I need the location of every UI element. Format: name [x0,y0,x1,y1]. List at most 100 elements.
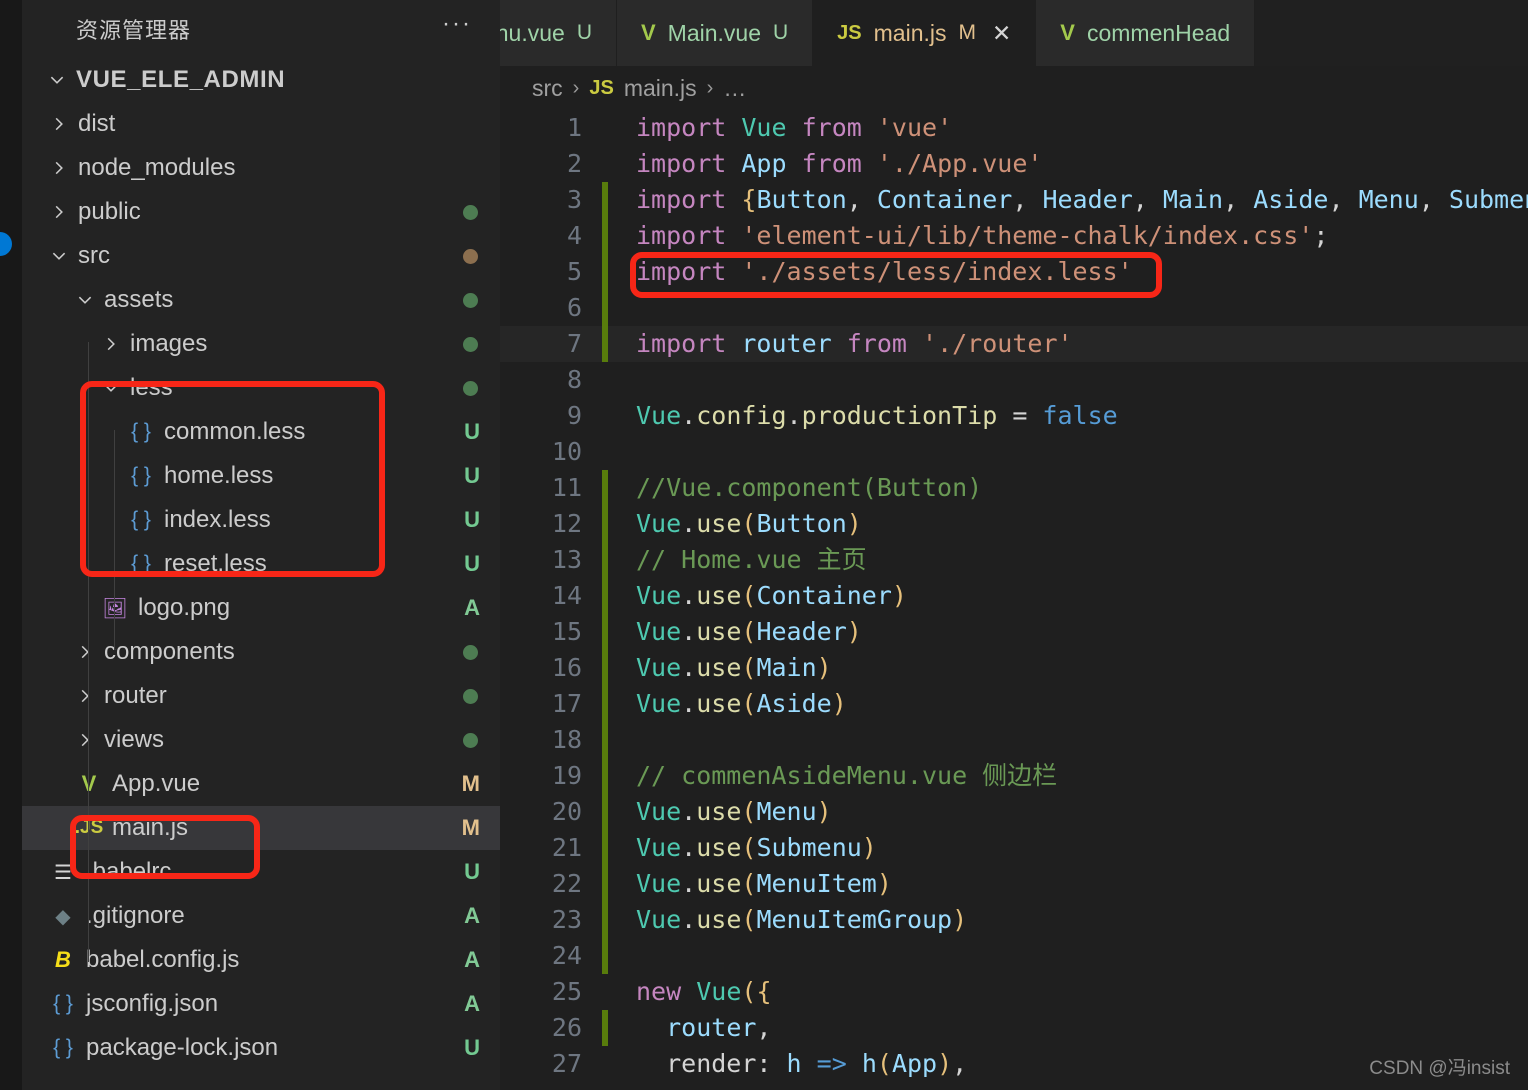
code-line[interactable]: 16Vue.use(Main) [500,650,1528,686]
explorer-header: 资源管理器 ··· [22,0,500,58]
chevron-right-icon[interactable] [72,718,98,762]
close-icon[interactable]: ✕ [992,22,1011,45]
tree-file-row[interactable]: ☰.babelrcU [22,850,500,894]
chevron-right-icon[interactable] [72,674,98,718]
git-status-badge: U [464,859,480,885]
tree-item-label: public [72,198,141,226]
code-line[interactable]: 4import 'element-ui/lib/theme-chalk/inde… [500,218,1528,254]
tree-folder-row[interactable]: src [22,234,500,278]
line-number: 2 [500,146,596,182]
chevron-down-icon[interactable] [72,278,98,322]
file-type-icon: 🖼 [98,596,132,621]
code-line[interactable]: 26 router, [500,1010,1528,1046]
tree-folder-row[interactable]: public [22,190,500,234]
code-line[interactable]: 20Vue.use(Menu) [500,794,1528,830]
code-line[interactable]: 2import App from './App.vue' [500,146,1528,182]
tree-file-row[interactable]: { }package-lock.jsonU [22,1026,500,1070]
tab-label: commenHead [1087,20,1230,47]
chevron-down-icon[interactable] [98,366,124,410]
tree-item-label: assets [98,286,173,314]
code-line[interactable]: 7import router from './router' [500,326,1528,362]
tree-folder-row[interactable]: dist [22,102,500,146]
tree-folder-row[interactable]: assets [22,278,500,322]
explorer-more-actions-icon[interactable]: ··· [442,19,472,39]
tree-file-row[interactable]: .JSmain.jsM [22,806,500,850]
tree-folder-row[interactable]: components [22,630,500,674]
code-line[interactable]: 23Vue.use(MenuItemGroup) [500,902,1528,938]
chevron-right-icon[interactable] [46,102,72,146]
tree-file-row[interactable]: ◆.gitignoreA [22,894,500,938]
chevron-right-icon[interactable] [46,146,72,190]
tree-folder-row[interactable]: views [22,718,500,762]
code-text: router, [608,1010,771,1046]
tree-file-row[interactable]: 🖼logo.pngA [22,586,500,630]
code-line[interactable]: 6 [500,290,1528,326]
breadcrumb-folder[interactable]: src [532,75,563,102]
chevron-right-icon[interactable] [46,190,72,234]
modified-gutter-marker [602,938,608,974]
code-line[interactable]: 24 [500,938,1528,974]
tree-file-row[interactable]: VApp.vueM [22,762,500,806]
folder-status-dot-icon [463,293,478,308]
tree-item-label: .babelrc [80,858,171,886]
code-line[interactable]: 17Vue.use(Aside) [500,686,1528,722]
file-type-icon: ◆ [46,904,80,929]
tab-label: main.js [874,20,947,47]
code-line[interactable]: 15Vue.use(Header) [500,614,1528,650]
tree-file-row[interactable]: { }common.lessU [22,410,500,454]
chevron-right-icon[interactable] [98,322,124,366]
folder-status-dot-icon [463,205,478,220]
line-number: 19 [500,758,596,794]
tree-file-row[interactable]: { }jsconfig.jsonA [22,982,500,1026]
code-line[interactable]: 21Vue.use(Submenu) [500,830,1528,866]
folder-status-dot-icon [463,689,478,704]
code-editor[interactable]: 1import Vue from 'vue'2import App from '… [500,110,1528,1082]
tree-file-row[interactable]: { }index.lessU [22,498,500,542]
code-line[interactable]: 1import Vue from 'vue' [500,110,1528,146]
code-line[interactable]: 25new Vue({ [500,974,1528,1010]
notification-badge-icon[interactable] [0,232,12,256]
line-number: 12 [500,506,596,542]
tree-file-row[interactable]: { }reset.lessU [22,542,500,586]
code-line[interactable]: 10 [500,434,1528,470]
code-line[interactable]: 18 [500,722,1528,758]
chevron-down-icon[interactable] [46,234,72,278]
code-line[interactable]: 3import {Button, Container, Header, Main… [500,182,1528,218]
code-line[interactable]: 14Vue.use(Container) [500,578,1528,614]
chevron-right-icon[interactable] [72,630,98,674]
tree-folder-row[interactable]: images [22,322,500,366]
code-line[interactable]: 5import './assets/less/index.less' [500,254,1528,290]
modified-gutter-marker [602,290,608,326]
breadcrumb-file[interactable]: main.js [624,75,697,102]
code-line[interactable]: 12Vue.use(Button) [500,506,1528,542]
breadcrumb-more[interactable]: … [723,75,746,102]
code-line[interactable]: 13// Home.vue 主页 [500,542,1528,578]
editor-tab[interactable]: VMain.vueU [617,0,813,66]
code-line[interactable]: 9Vue.config.productionTip = false [500,398,1528,434]
activity-bar [0,0,22,1090]
git-status-badge: M [462,815,480,841]
file-type-icon: { } [124,508,158,532]
tree-file-row[interactable]: { }home.lessU [22,454,500,498]
git-status-badge: U [464,419,480,445]
explorer-title: 资源管理器 [76,13,191,45]
git-status-badge: U [464,1035,480,1061]
tree-folder-row[interactable]: less [22,366,500,410]
vue-icon: V [641,20,656,46]
tree-folder-row[interactable]: node_modules [22,146,500,190]
line-number: 18 [500,722,596,758]
code-line[interactable]: 22Vue.use(MenuItem) [500,866,1528,902]
editor-tab[interactable]: VcommenHead [1036,0,1255,66]
tree-file-row[interactable]: Bbabel.config.jsA [22,938,500,982]
chevron-down-icon[interactable] [44,58,70,102]
code-line[interactable]: 19// commenAsideMenu.vue 侧边栏 [500,758,1528,794]
code-line[interactable]: 8 [500,362,1528,398]
tree-root-row[interactable]: VUE_ELE_ADMIN [22,58,500,102]
code-line[interactable]: 11//Vue.component(Button) [500,470,1528,506]
editor-tab[interactable]: JSmain.jsM✕ [813,0,1036,66]
tree-folder-row[interactable]: router [22,674,500,718]
editor-tab[interactable]: VenAsideMenu.vueU [500,0,617,66]
file-type-icon: V [72,771,106,797]
folder-status-dot-icon [463,645,478,660]
folder-status-dot-icon [463,249,478,264]
